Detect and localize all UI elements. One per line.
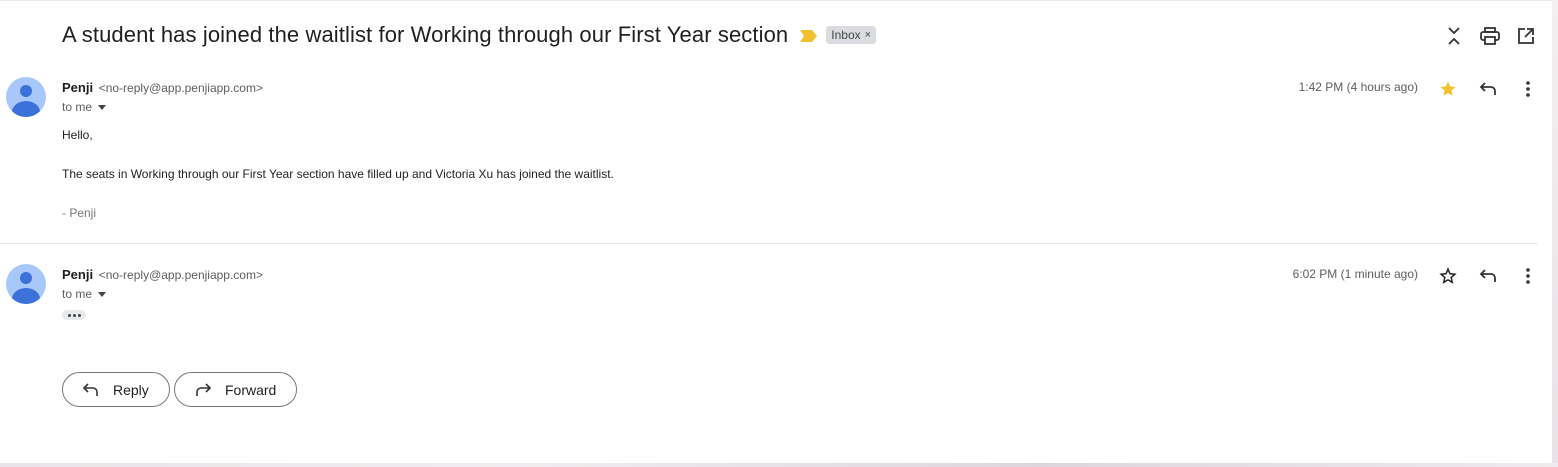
sender-avatar[interactable] xyxy=(6,77,46,117)
forward-icon xyxy=(196,382,211,396)
recipient-details-toggle[interactable]: to me xyxy=(62,100,107,114)
subject-row: A student has joined the waitlist for Wo… xyxy=(62,18,877,52)
recipient-text: to me xyxy=(62,100,93,114)
reply-button[interactable]: Reply xyxy=(62,372,170,407)
forward-button-label: Forward xyxy=(225,381,277,398)
recipient-details-toggle[interactable]: to me xyxy=(62,287,107,301)
top-border xyxy=(0,0,1552,1)
sender-line: Penji <no-reply@app.penjiapp.com> xyxy=(62,267,263,282)
message-divider xyxy=(0,243,1538,244)
thread-actions xyxy=(1442,24,1538,48)
reply-icon[interactable] xyxy=(1476,264,1500,288)
print-icon[interactable] xyxy=(1478,24,1502,48)
sender-name[interactable]: Penji xyxy=(62,267,93,282)
chevron-down-icon xyxy=(98,104,107,110)
message-signature: - Penji xyxy=(62,206,97,220)
collapse-all-icon[interactable] xyxy=(1442,24,1466,48)
window-bottom-edge xyxy=(0,463,1558,467)
show-trimmed-content-button[interactable] xyxy=(62,310,86,320)
message-body: The seats in Working through our First Y… xyxy=(62,167,614,181)
star-filled-icon[interactable] xyxy=(1436,77,1460,101)
email-subject: A student has joined the waitlist for Wo… xyxy=(62,22,789,47)
more-options-icon[interactable] xyxy=(1516,77,1540,101)
forward-button[interactable]: Forward xyxy=(174,372,298,407)
inbox-label-chip[interactable]: Inbox × xyxy=(826,26,877,44)
sender-avatar[interactable] xyxy=(6,264,46,304)
more-options-icon[interactable] xyxy=(1516,264,1540,288)
star-outline-icon[interactable] xyxy=(1436,264,1460,288)
sender-line: Penji <no-reply@app.penjiapp.com> xyxy=(62,80,263,95)
sender-email: <no-reply@app.penjiapp.com> xyxy=(98,268,263,282)
inbox-label-text: Inbox xyxy=(831,28,861,42)
open-in-new-window-icon[interactable] xyxy=(1514,24,1538,48)
reply-icon[interactable] xyxy=(1476,77,1500,101)
reply-icon xyxy=(83,382,98,396)
chevron-down-icon xyxy=(98,291,107,297)
sender-name[interactable]: Penji xyxy=(62,80,93,95)
message-actions xyxy=(1436,77,1540,101)
remove-label-icon[interactable]: × xyxy=(865,29,871,41)
window-edge xyxy=(1552,0,1558,467)
importance-marker-icon[interactable] xyxy=(800,29,818,42)
reply-button-label: Reply xyxy=(113,381,149,398)
message-greeting: Hello, xyxy=(62,128,93,142)
recipient-text: to me xyxy=(62,287,93,301)
sender-email: <no-reply@app.penjiapp.com> xyxy=(98,81,263,95)
message-time: 6:02 PM (1 minute ago) xyxy=(1292,267,1418,281)
message-time: 1:42 PM (4 hours ago) xyxy=(1298,80,1418,94)
message-actions xyxy=(1436,264,1540,288)
